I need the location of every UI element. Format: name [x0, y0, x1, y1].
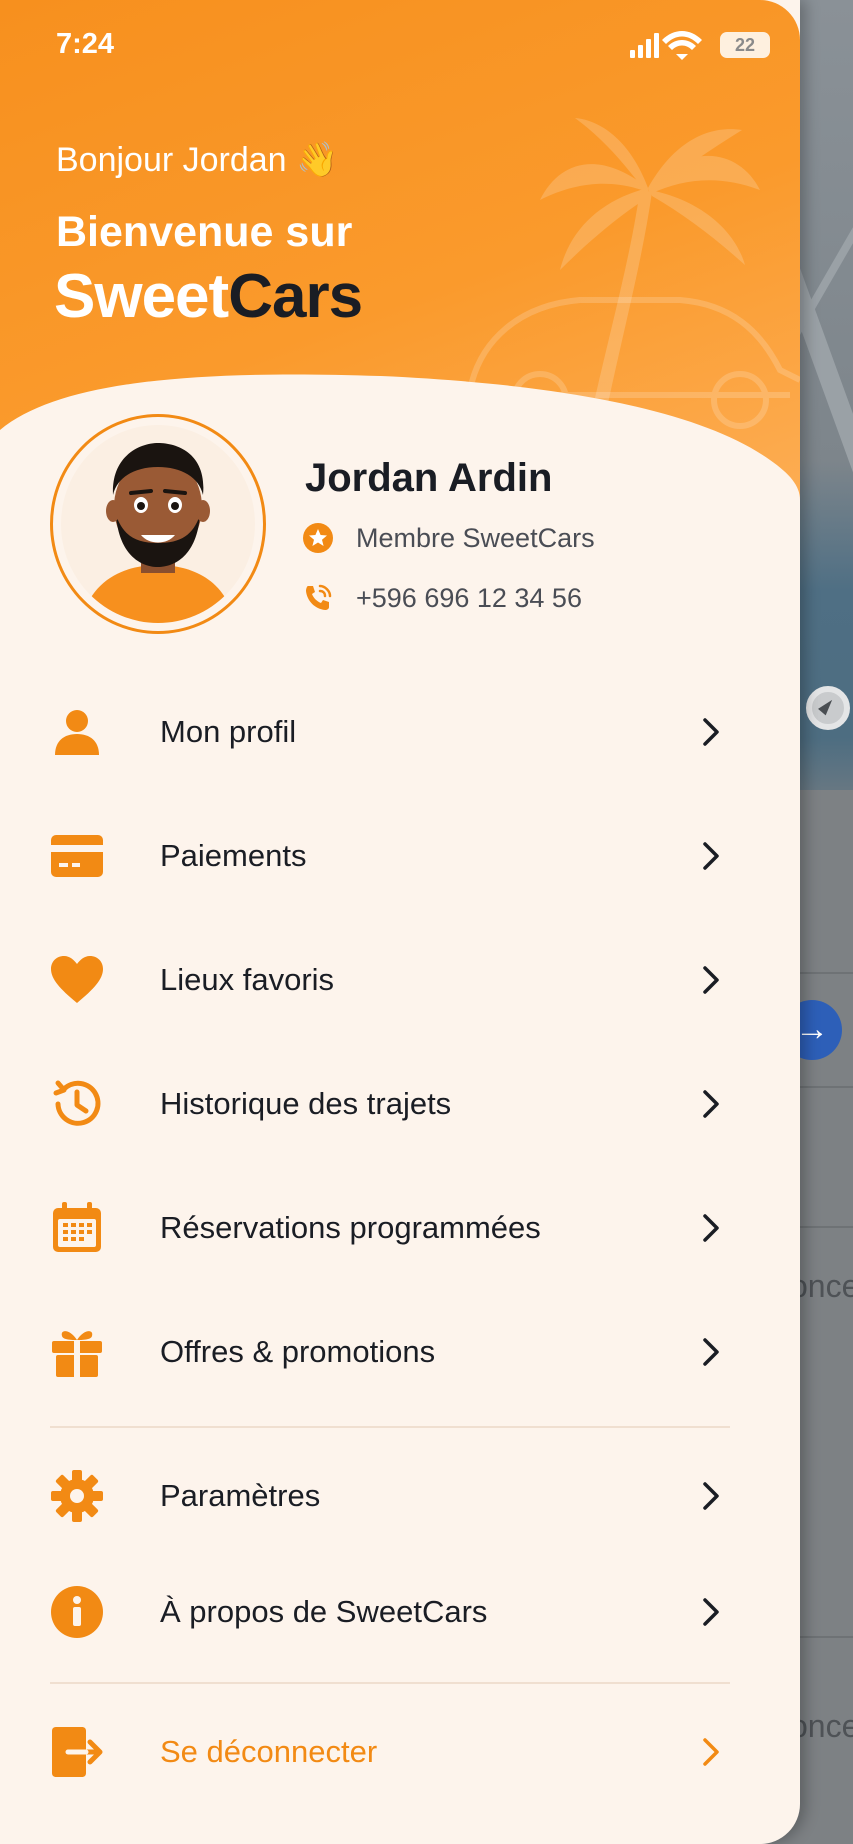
menu-item-paiements[interactable]: Paiements	[0, 806, 800, 906]
menu-item-parametres[interactable]: Paramètres	[0, 1446, 800, 1546]
chevron-right-icon	[698, 1335, 724, 1369]
signal-icon	[630, 50, 635, 58]
avatar-image	[61, 425, 255, 623]
menu-item-lieux-favoris[interactable]: Lieux favoris	[0, 930, 800, 1030]
info-icon	[50, 1585, 104, 1639]
battery-indicator: 22	[720, 32, 770, 58]
heart-icon	[50, 953, 104, 1007]
membership-row: Membre SweetCars	[302, 522, 595, 554]
menu-item-a-propos[interactable]: À propos de SweetCars	[0, 1562, 800, 1662]
menu-item-mon-profil[interactable]: Mon profil	[0, 682, 800, 782]
brand-cars: Cars	[228, 262, 363, 331]
avatar[interactable]	[50, 414, 266, 634]
chevron-right-icon	[698, 1735, 724, 1769]
greeting-text: Bonjour Jordan 👋	[56, 141, 339, 179]
navigation-drawer: 7:24 22 Bonjour Jordan 👋 Bienvenue sur S…	[0, 0, 800, 1844]
chevron-right-icon	[698, 1595, 724, 1629]
logout-label: Se déconnecter	[160, 1734, 378, 1769]
star-badge-icon	[302, 522, 334, 554]
gift-icon	[50, 1325, 104, 1379]
menu-item-label: Réservations programmées	[160, 1210, 541, 1245]
chevron-right-icon	[698, 1087, 724, 1121]
history-clock-icon	[50, 1077, 104, 1131]
gear-icon	[50, 1469, 104, 1523]
phone-text: +596 696 12 34 56	[356, 582, 582, 613]
menu-item-historique[interactable]: Historique des trajets	[0, 1054, 800, 1154]
menu-item-label: Mon profil	[160, 714, 297, 749]
phone-row: +596 696 12 34 56	[302, 582, 582, 614]
chevron-right-icon	[698, 1211, 724, 1245]
status-bar: 7:24 22	[0, 0, 800, 90]
welcome-text: Bienvenue sur	[56, 208, 353, 256]
menu-item-label: Historique des trajets	[160, 1086, 452, 1121]
signal-wifi-icons	[630, 31, 702, 60]
menu-item-offres[interactable]: Offres & promotions	[0, 1302, 800, 1402]
brand-sweet: Sweet	[54, 262, 229, 331]
chevron-right-icon	[698, 963, 724, 997]
menu-item-label: Lieux favoris	[160, 962, 335, 997]
profile-name: Jordan Ardin	[305, 456, 553, 500]
logout-button[interactable]: Se déconnecter	[0, 1702, 800, 1802]
menu-item-label: Paramètres	[160, 1478, 321, 1513]
calendar-icon	[50, 1201, 104, 1255]
phone-icon	[302, 582, 334, 614]
status-time: 7:24	[56, 28, 115, 60]
membership-text: Membre SweetCars	[356, 522, 595, 553]
person-icon	[50, 705, 104, 759]
chevron-right-icon	[698, 715, 724, 749]
menu-item-label: À propos de SweetCars	[160, 1594, 488, 1629]
compass-icon[interactable]	[806, 686, 850, 730]
wifi-icon	[676, 54, 688, 60]
chevron-right-icon	[698, 839, 724, 873]
menu-item-label: Paiements	[160, 838, 307, 873]
menu-divider	[50, 1682, 730, 1684]
menu-item-reservations[interactable]: Réservations programmées	[0, 1178, 800, 1278]
menu-item-label: Offres & promotions	[160, 1334, 436, 1369]
chevron-right-icon	[698, 1479, 724, 1513]
credit-card-icon	[50, 829, 104, 883]
logout-icon	[50, 1725, 104, 1779]
menu-divider	[50, 1426, 730, 1428]
brand-logo-text: SweetCars	[54, 262, 363, 332]
